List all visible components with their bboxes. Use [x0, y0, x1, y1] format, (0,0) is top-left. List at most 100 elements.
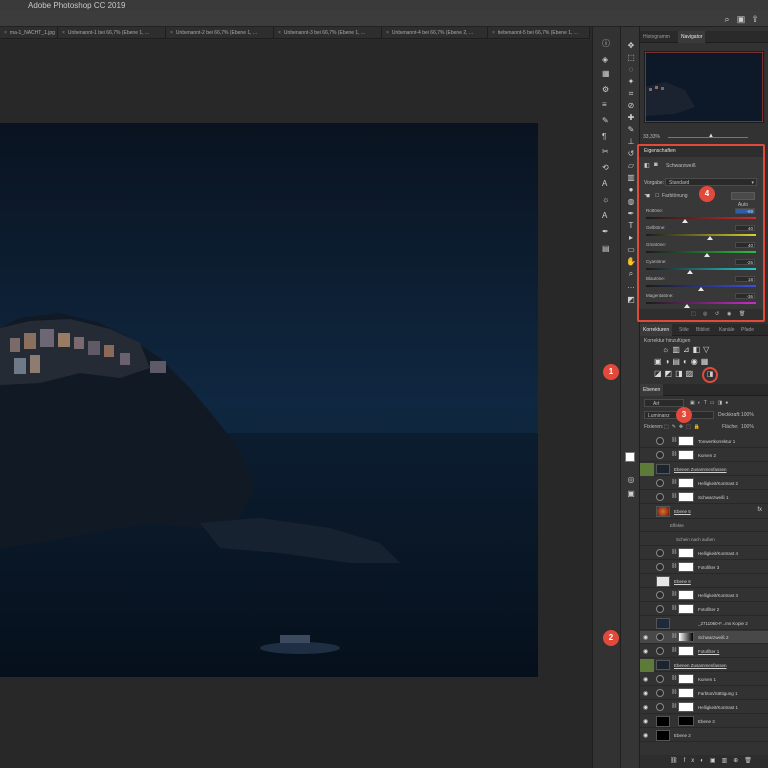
visibility-eye-icon[interactable]: ◉	[643, 718, 648, 725]
shape-tool-icon[interactable]: ▭	[625, 245, 637, 255]
link-icon[interactable]: ⛓	[671, 647, 677, 653]
default-colors-icon[interactable]: ◩	[625, 295, 637, 305]
layer-mask[interactable]	[678, 646, 694, 656]
link-icon[interactable]: ⛓	[671, 451, 677, 457]
workspace-icon[interactable]: ▣	[736, 14, 746, 24]
cube-icon[interactable]: ◈	[602, 55, 608, 64]
layer-mask[interactable]	[678, 716, 694, 726]
visibility-eye-icon[interactable]: ◉	[643, 704, 648, 711]
navigator-preview[interactable]	[644, 51, 764, 123]
slider-value-field[interactable]: -69	[735, 208, 755, 214]
timeline-icon[interactable]: ▤	[602, 244, 610, 253]
tab-doc-5[interactable]: × Unbenannt-4 bei 66,7% (Ebene 2, ...	[382, 27, 488, 38]
layer-row[interactable]: Ebenen Zusammenfassen	[640, 463, 768, 476]
color-slider-track[interactable]	[646, 234, 756, 236]
glyph-icon[interactable]: A	[602, 179, 607, 188]
tab-channels[interactable]: Kanäle	[716, 324, 738, 336]
visibility-eye-icon[interactable]: ◉	[643, 690, 648, 697]
slider-thumb[interactable]	[706, 236, 713, 240]
pen-icon[interactable]: ✒	[602, 227, 609, 236]
layer-mask[interactable]	[678, 702, 694, 712]
slider-thumb[interactable]	[683, 304, 690, 308]
view-previous-icon[interactable]: ◎	[703, 311, 707, 317]
black-white-adjustment-button[interactable]: ◨	[702, 367, 718, 383]
layer-mask[interactable]	[678, 590, 694, 600]
path-select-icon[interactable]: ▸	[625, 233, 637, 243]
auto-button[interactable]: Auto	[731, 192, 755, 208]
tab-paths[interactable]: Pfade	[738, 324, 757, 336]
layer-row[interactable]: ⛓ Helligkeit/Kontrast 4	[640, 547, 768, 560]
dodge-tool-icon[interactable]: ◍	[625, 197, 637, 207]
link-icon[interactable]: ⛓	[671, 703, 677, 709]
tab-doc-6[interactable]: × tiebenannt-5 bei 66,7% (Ebene 1, ...	[488, 27, 590, 38]
layer-row[interactable]: ◉ Ebene 2	[640, 729, 768, 742]
layer-mask[interactable]	[678, 492, 694, 502]
more-tools-icon[interactable]: …	[625, 281, 637, 291]
visibility-icon[interactable]: ◉	[727, 311, 731, 317]
hand-tool-icon[interactable]: ✋	[625, 257, 637, 267]
search-icon[interactable]: ⌕	[722, 14, 732, 24]
reset-icon[interactable]: ↺	[715, 311, 719, 317]
visibility-eye-icon[interactable]: ◉	[643, 676, 648, 683]
layer-mask[interactable]	[678, 450, 694, 460]
brush-tool-icon[interactable]: ✎	[625, 125, 637, 135]
layer-mask[interactable]	[678, 688, 694, 698]
link-icon[interactable]: ⛓	[671, 675, 677, 681]
lightbulb-icon[interactable]: ☼	[602, 195, 609, 204]
visibility-eye-icon[interactable]: ◉	[643, 648, 648, 655]
screen-mode-icon[interactable]: ▣	[625, 489, 637, 499]
healing-brush-icon[interactable]: ✚	[625, 113, 637, 123]
layer-row[interactable]: ◉ ⛓ Schwarzweiß 2	[640, 631, 768, 644]
layer-row[interactable]: _2711060-F...ms Kopie 2	[640, 617, 768, 630]
tab-doc-1[interactable]: × ma-1_NACHT_1.jpg	[0, 27, 58, 38]
close-icon[interactable]: ×	[492, 30, 495, 36]
link-icon[interactable]: ⛓	[671, 605, 677, 611]
brush-preset-icon[interactable]: ✎	[602, 116, 609, 125]
layer-filter-icons[interactable]: ▣◐T▭◨●	[690, 400, 731, 406]
color-slider-track[interactable]	[646, 217, 756, 219]
fill-value[interactable]: 100%	[741, 424, 754, 430]
layer-row[interactable]: Ebene 5 fx	[640, 505, 768, 519]
link-icon[interactable]: ⛓	[671, 563, 677, 569]
layer-mask[interactable]	[678, 674, 694, 684]
layer-mask[interactable]	[678, 548, 694, 558]
tab-navigator[interactable]: Navigator	[678, 31, 706, 43]
slider-value-field[interactable]: 40	[735, 225, 755, 231]
slider-value-field[interactable]: 40	[735, 242, 755, 248]
tab-corrections[interactable]: Korrekturen	[640, 324, 673, 336]
tab-histogram[interactable]: Histogramm	[640, 31, 673, 43]
grid-icon[interactable]: ▦	[602, 69, 610, 78]
layer-row[interactable]: ◉ ⛓ Kurven 1	[640, 673, 768, 686]
trash-icon[interactable]: 🗑	[739, 311, 745, 317]
layer-row[interactable]: Schein nach außen	[640, 533, 768, 546]
color-slider-track[interactable]	[646, 268, 756, 270]
adjust-icon[interactable]: ⚙	[602, 85, 609, 94]
zoom-slider-thumb[interactable]: ▲	[708, 133, 714, 139]
info-icon[interactable]: ⓘ	[602, 38, 610, 49]
stamp-tool-icon[interactable]: ⊥	[625, 137, 637, 147]
quick-select-icon[interactable]: ✦	[625, 77, 637, 87]
layer-row[interactable]: Ebene 6	[640, 575, 768, 588]
slider-value-field[interactable]: -25	[735, 259, 755, 265]
slider-value-field[interactable]: 18	[735, 276, 755, 282]
quick-mask-icon[interactable]: ◎	[625, 475, 637, 485]
slider-thumb[interactable]	[687, 270, 693, 274]
gradient-tool-icon[interactable]: ▥	[625, 173, 637, 183]
layer-row[interactable]: ⛓ Tonwertkorrektur 1	[640, 435, 768, 448]
link-icon[interactable]: ⛓	[671, 689, 677, 695]
layer-filter-select[interactable]: Art	[644, 399, 684, 407]
layer-mask[interactable]	[678, 562, 694, 572]
corrections-row-1[interactable]: ☼▥⊿◧▽	[662, 345, 742, 355]
tab-styles[interactable]: Stile	[676, 324, 692, 336]
tab-properties[interactable]: Eigenschaften	[644, 148, 676, 154]
opacity-value[interactable]: 100%	[741, 412, 754, 418]
close-icon[interactable]: ×	[4, 30, 7, 36]
tab-doc-3[interactable]: × Unbenannt-2 bei 66,7% (Ebene 1, ...	[166, 27, 274, 38]
effects-icon[interactable]: fx	[757, 507, 762, 513]
close-icon[interactable]: ×	[62, 30, 65, 36]
close-icon[interactable]: ×	[170, 30, 173, 36]
layer-row[interactable]: ⛓ Fotofilter 3	[640, 561, 768, 574]
slider-thumb[interactable]	[698, 287, 704, 291]
layer-mask[interactable]	[678, 478, 694, 488]
layer-row[interactable]: ◉ ⛓ Helligkeit/Kontrast 1	[640, 701, 768, 714]
